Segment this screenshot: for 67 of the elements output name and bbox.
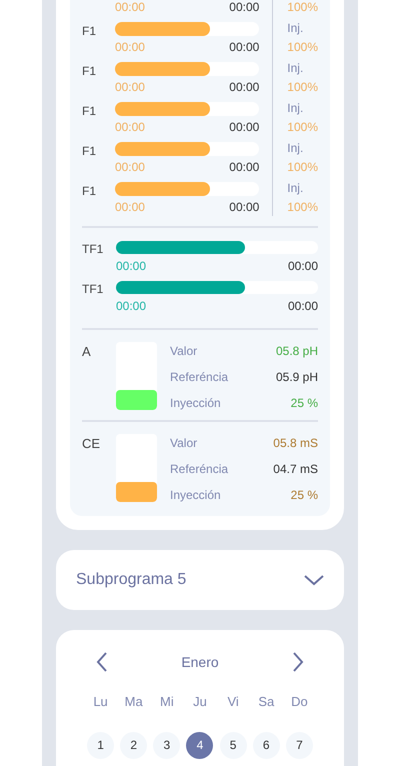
injection-percent: 100%	[287, 120, 318, 134]
injection-tag: Inj.	[287, 61, 318, 75]
weekday-label: Ma	[124, 693, 144, 711]
timer-label: TF1	[82, 282, 104, 296]
start-time: 00:00	[116, 258, 146, 275]
reading-value: 05.9 pH	[276, 369, 318, 384]
day-button[interactable]: 6	[252, 732, 280, 758]
reading-label: Valor	[170, 435, 198, 450]
injection-tag: Inj.	[287, 141, 318, 155]
start-time: 00:00	[114, 159, 145, 176]
reading-value: 05.8 pH	[276, 343, 318, 358]
reading-label: Inyección	[170, 487, 221, 502]
weekday-label: Lu	[92, 693, 109, 711]
channel-label: F1	[82, 64, 96, 78]
day-button[interactable]: 3	[153, 732, 180, 758]
end-time: 00:00	[229, 159, 260, 176]
end-time: 00:00	[229, 79, 260, 96]
weekday-label: Sa	[257, 693, 276, 711]
day-button[interactable]: 1	[87, 732, 114, 758]
start-time: 00:00	[114, 39, 145, 56]
end-time: 00:00	[288, 258, 318, 275]
injection-tag: Inj.	[287, 181, 318, 195]
subprogram-dropdown[interactable]: Subprograma 5	[56, 550, 344, 610]
start-time: 00:00	[114, 79, 145, 96]
weekday-label: Ju	[192, 693, 208, 711]
day-button[interactable]: 2	[120, 732, 148, 758]
sensor-label: A	[82, 344, 91, 359]
day-button[interactable]: 5	[220, 732, 247, 758]
day-button[interactable]: 4	[186, 732, 214, 758]
start-time: 00:00	[116, 298, 146, 315]
injection-tag: Inj.	[287, 101, 318, 115]
weekday-label: Do	[290, 693, 309, 711]
injection-percent: 100%	[287, 0, 318, 14]
injection-percent: 100%	[287, 160, 318, 174]
chevron-left-icon	[96, 652, 108, 672]
reading-value: 04.7 mS	[273, 461, 318, 476]
month-title: Enero	[181, 652, 219, 672]
injection-percent: 100%	[287, 200, 318, 214]
end-time: 00:00	[229, 0, 260, 16]
reading-value: 25 %	[290, 395, 318, 410]
injection-percent: 100%	[287, 80, 318, 94]
reading-label: Inyección	[170, 395, 221, 410]
injection-percent: 100%	[287, 40, 318, 54]
channel-label: F1	[82, 24, 96, 38]
end-time: 00:00	[229, 119, 260, 136]
reading-label: Referéncia	[170, 369, 228, 384]
channel-label: F1	[82, 104, 96, 118]
day-button[interactable]: 7	[286, 732, 313, 758]
channel-label: F1	[82, 144, 96, 158]
sensor-label: CE	[82, 436, 100, 451]
reading-label: Referéncia	[170, 461, 228, 476]
end-time: 00:00	[229, 199, 260, 216]
weekday-label: Mi	[158, 693, 175, 711]
reading-value: 25 %	[290, 487, 318, 502]
end-time: 00:00	[288, 298, 318, 315]
reading-value: 05.8 mS	[273, 435, 318, 450]
chevron-down-icon	[304, 574, 324, 586]
start-time: 00:00	[114, 199, 145, 216]
timer-label: TF1	[82, 242, 104, 256]
weekday-label: Vi	[226, 693, 240, 711]
injection-tag: Inj.	[287, 21, 318, 35]
reading-label: Valor	[170, 343, 198, 358]
start-time: 00:00	[114, 0, 145, 16]
end-time: 00:00	[229, 39, 260, 56]
chevron-right-icon	[292, 652, 304, 672]
channel-label: F1	[82, 184, 96, 198]
start-time: 00:00	[114, 119, 145, 136]
